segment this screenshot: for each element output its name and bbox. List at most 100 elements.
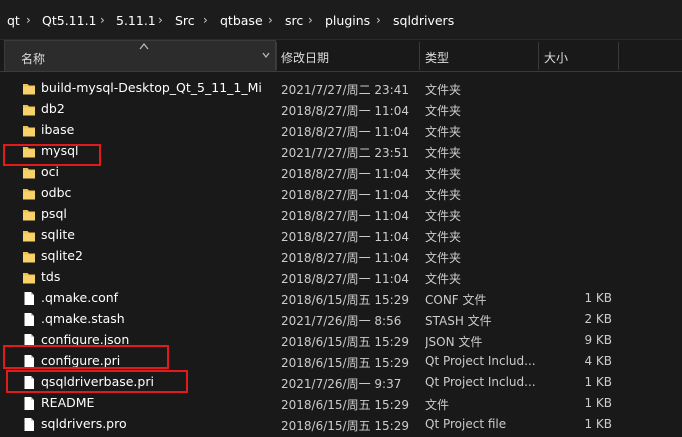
folder-icon [23,126,35,137]
file-date: 2018/8/27/周一 11:04 [281,125,409,139]
file-size: 1 KB [584,291,612,305]
file-size: 1 KB [584,417,612,431]
file-date: 2018/8/27/周一 11:04 [281,230,409,244]
file-name: odbc [41,185,72,200]
file-row[interactable]: odbc 2018/8/27/周一 11:04 文件夹 [0,183,682,204]
file-date: 2018/8/27/周一 11:04 [281,167,409,181]
column-header-bar: 名称 修改日期 类型 大小 [0,40,682,72]
file-icon [24,397,34,410]
chevron-right-icon[interactable]: › [203,13,208,27]
file-date: 2018/8/27/周一 11:04 [281,104,409,118]
breadcrumb-item-qt5111[interactable]: Qt5.11.1 [42,13,97,28]
file-date: 2021/7/27/周二 23:41 [281,83,409,97]
file-size: 2 KB [584,312,612,326]
chevron-right-icon[interactable]: › [158,13,163,27]
breadcrumb-item-qt[interactable]: qt [7,13,20,28]
file-row[interactable]: tds 2018/8/27/周一 11:04 文件夹 [0,267,682,288]
file-row[interactable]: db2 2018/8/27/周一 11:04 文件夹 [0,99,682,120]
highlight-box-qsqldriverbase-pri [6,370,188,393]
file-date: 2018/8/27/周一 11:04 [281,188,409,202]
column-header-size[interactable]: 大小 [544,40,568,72]
file-type: 文件夹 [425,167,462,181]
folder-icon [23,273,35,284]
file-date: 2021/7/26/周一 9:37 [281,377,402,391]
file-name: .qmake.stash [41,311,125,326]
file-row[interactable]: .qmake.conf 2018/6/15/周五 15:29 CONF 文件 1 KB [0,288,682,309]
sort-ascending-icon [139,43,149,50]
chevron-right-icon[interactable]: › [100,13,105,27]
folder-icon [23,210,35,221]
file-size: 9 KB [584,333,612,347]
folder-icon [23,168,35,179]
file-name: sqlite [41,227,75,242]
chevron-right-icon[interactable]: › [268,13,273,27]
breadcrumb-item-sqldrivers[interactable]: sqldrivers [393,13,454,28]
file-name: db2 [41,101,65,116]
file-name: .qmake.conf [41,290,119,305]
chevron-right-icon[interactable]: › [376,13,381,27]
file-size: 4 KB [584,354,612,368]
file-name: sqldrivers.pro [41,416,127,431]
file-type: JSON 文件 [425,335,483,349]
highlight-box-configure-pri [3,345,169,369]
file-type: 文件夹 [425,104,462,118]
chevron-right-icon[interactable]: › [308,13,313,27]
file-name: ibase [41,122,75,137]
file-row[interactable]: README 2018/6/15/周五 15:29 文件 1 KB [0,393,682,414]
file-type: 文件夹 [425,125,462,139]
file-type: STASH 文件 [425,314,492,328]
file-date: 2018/6/15/周五 15:29 [281,293,409,307]
file-type: 文件夹 [425,188,462,202]
file-date: 2018/6/15/周五 15:29 [281,398,409,412]
breadcrumb-item-5111[interactable]: 5.11.1 [116,13,156,28]
file-type: Qt Project Includ... [425,354,535,368]
file-icon [24,292,34,305]
column-divider[interactable] [538,42,539,70]
file-row[interactable]: ibase 2018/8/27/周一 11:04 文件夹 [0,120,682,141]
file-name: tds [41,269,61,284]
file-type: 文件 [425,398,450,412]
file-date: 2018/6/15/周五 15:29 [281,419,409,433]
chevron-right-icon[interactable]: › [26,13,31,27]
file-date: 2018/6/15/周五 15:29 [281,356,409,370]
file-row[interactable]: sqlite2 2018/8/27/周一 11:04 文件夹 [0,246,682,267]
file-type: 文件夹 [425,209,462,223]
file-row[interactable]: sqldrivers.pro 2018/6/15/周五 15:29 Qt Proje… [0,414,682,435]
column-divider[interactable] [618,42,619,70]
file-name: psql [41,206,67,221]
file-date: 2021/7/27/周二 23:51 [281,146,409,160]
highlight-box-mysql [3,144,101,166]
column-divider[interactable] [276,42,277,70]
breadcrumb-item-src[interactable]: Src [175,13,195,28]
file-row[interactable]: .qmake.stash 2021/7/26/周一 8:56 STASH 文件 2 K… [0,309,682,330]
chevron-down-icon[interactable] [262,52,270,58]
file-type: Qt Project Includ... [425,375,535,389]
file-row[interactable]: sqlite 2018/8/27/周一 11:04 文件夹 [0,225,682,246]
breadcrumb-item-qtbase[interactable]: qtbase [220,13,263,28]
file-date: 2018/8/27/周一 11:04 [281,251,409,265]
file-row[interactable]: psql 2018/8/27/周一 11:04 文件夹 [0,204,682,225]
file-row[interactable]: mysql 2021/7/27/周二 23:51 文件夹 [0,141,682,162]
file-row[interactable]: oci 2018/8/27/周一 11:04 文件夹 [0,162,682,183]
file-row[interactable]: build-mysql-Desktop_Qt_5_11_1_Min... 2021… [0,78,682,99]
column-header-type[interactable]: 类型 [425,40,449,72]
folder-icon [23,189,35,200]
file-size: 1 KB [584,375,612,389]
column-divider[interactable] [419,42,420,70]
file-date: 2018/8/27/周一 11:04 [281,272,409,286]
file-type: 文件夹 [425,251,462,265]
file-type: 文件夹 [425,230,462,244]
breadcrumb-item-src-lower[interactable]: src [285,13,303,28]
file-name: oci [41,164,59,179]
file-type: 文件夹 [425,272,462,286]
file-name: README [41,395,95,410]
file-date: 2018/8/27/周一 11:04 [281,209,409,223]
column-header-date[interactable]: 修改日期 [281,40,329,72]
file-icon [24,418,34,431]
folder-icon [23,231,35,242]
breadcrumb-item-plugins[interactable]: plugins [325,13,370,28]
file-type: 文件夹 [425,83,462,97]
folder-icon [23,105,35,116]
file-name: sqlite2 [41,248,83,263]
file-date: 2021/7/26/周一 8:56 [281,314,402,328]
